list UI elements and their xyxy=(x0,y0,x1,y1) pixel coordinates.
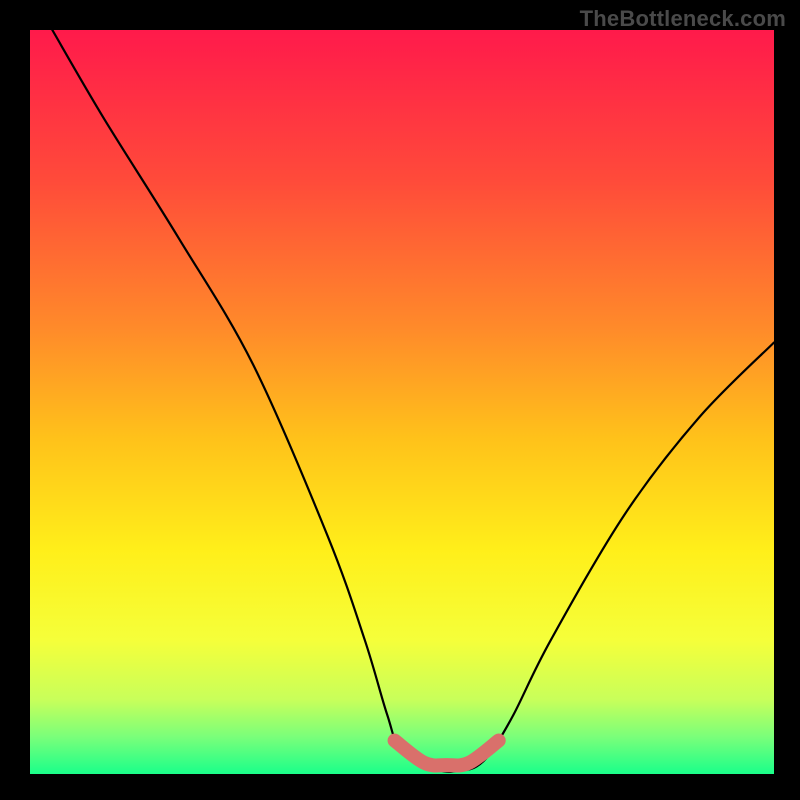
chart-frame: TheBottleneck.com xyxy=(0,0,800,800)
bottleneck-chart-svg xyxy=(0,0,800,800)
watermark-text: TheBottleneck.com xyxy=(580,6,786,32)
plot-background xyxy=(30,30,774,774)
